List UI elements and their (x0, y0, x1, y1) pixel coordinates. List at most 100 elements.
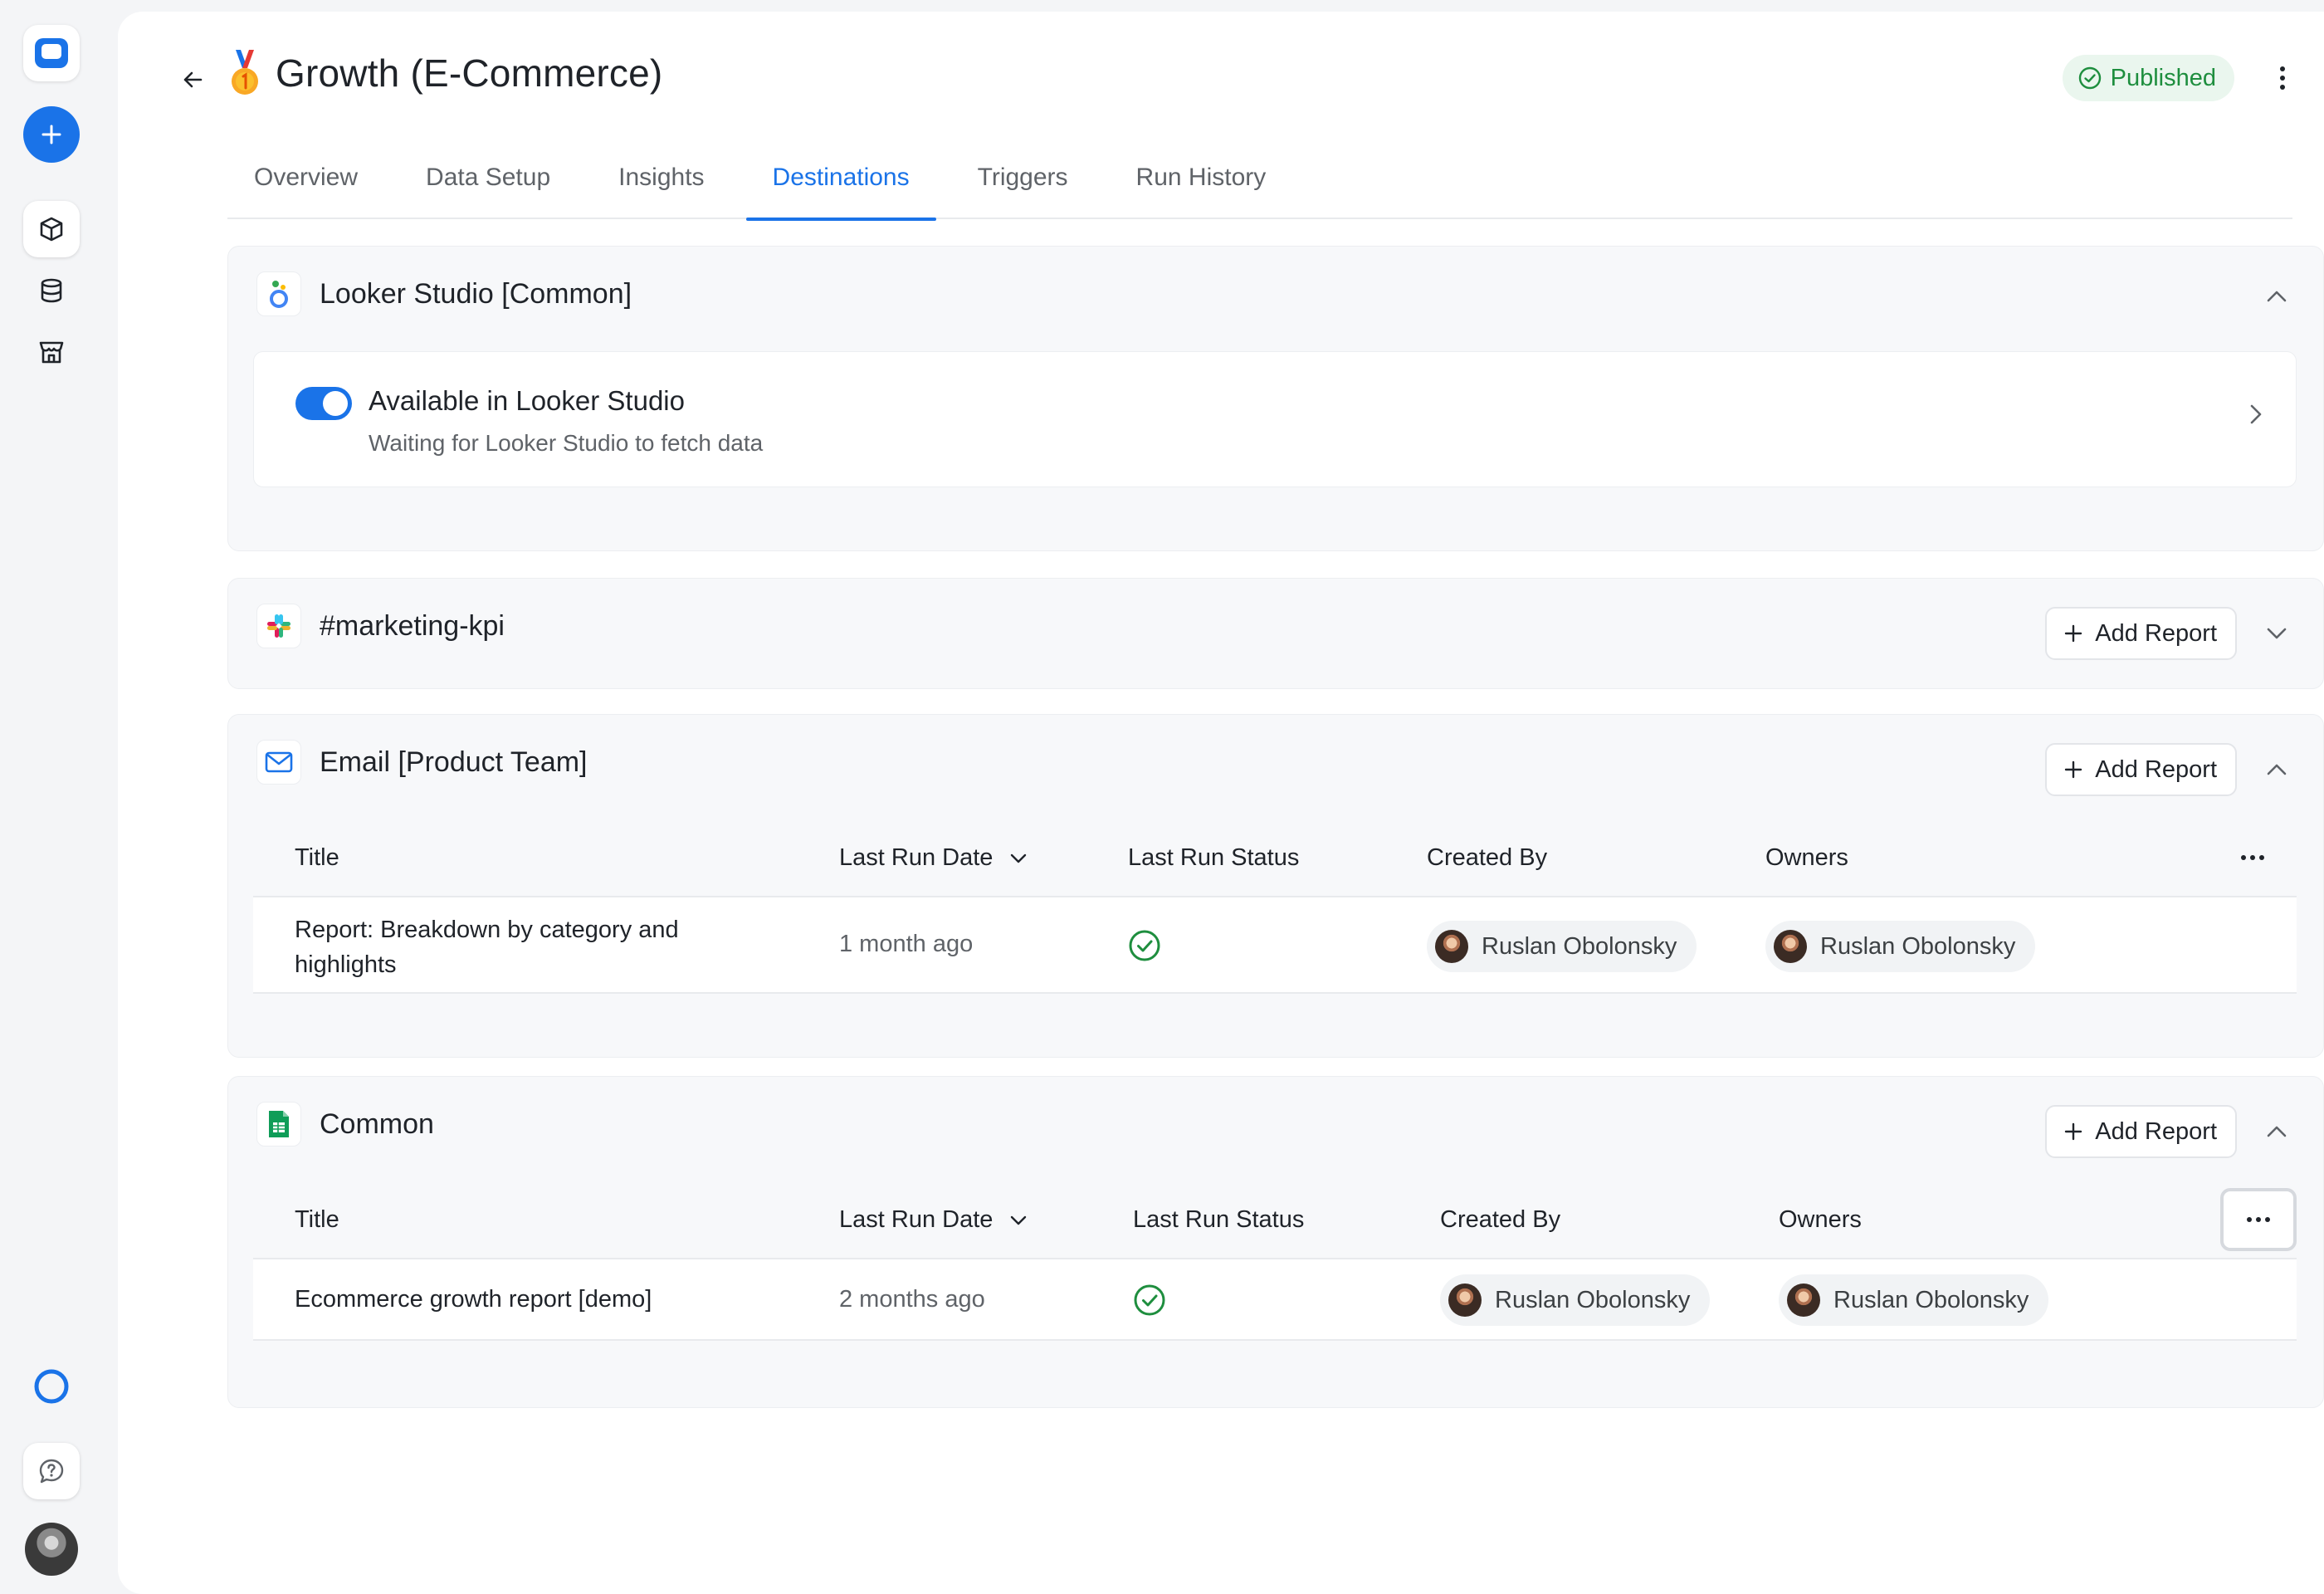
email-icon (256, 740, 301, 785)
col-last-run-date[interactable]: Last Run Date (839, 1206, 1028, 1234)
more-horizontal-icon (2247, 1217, 2270, 1222)
created-by-pill[interactable]: Ruslan Obolonsky (1440, 1274, 1711, 1326)
add-report-label: Add Report (2095, 755, 2217, 783)
destination-card-sheets: Common Add Report Title Last Run Date La… (227, 1076, 2324, 1408)
col-last-run-date-label: Last Run Date (839, 1206, 994, 1233)
toggle-knob (323, 391, 348, 416)
add-report-label: Add Report (2095, 619, 2217, 647)
col-last-run-date-label: Last Run Date (839, 844, 994, 871)
col-title: Title (295, 1206, 339, 1233)
last-run-date: 2 months ago (839, 1286, 985, 1313)
destination-card-slack: #marketing-kpi Add Report (227, 578, 2324, 689)
more-menu-button[interactable] (2259, 55, 2306, 101)
kebab-icon (2280, 66, 2285, 90)
plus-icon (42, 125, 61, 144)
avatar (1774, 930, 1807, 963)
col-last-run-date[interactable]: Last Run Date (839, 844, 1028, 872)
destination-header[interactable]: #marketing-kpi (256, 604, 505, 648)
destination-title: Looker Studio [Common] (320, 277, 632, 310)
status-badge-label: Published (2110, 64, 2216, 91)
avatar (1448, 1284, 1482, 1317)
plus-icon (2065, 760, 2082, 779)
nav-data-sources[interactable] (23, 262, 80, 319)
created-by-name: Ruslan Obolonsky (1495, 1286, 1691, 1313)
app-logo-icon (35, 38, 68, 68)
status-badge: Published (2062, 55, 2234, 101)
availability-toggle[interactable] (295, 387, 352, 420)
sync-status[interactable] (23, 1358, 80, 1415)
col-last-run-status: Last Run Status (1128, 844, 1300, 871)
avatar (1435, 930, 1468, 963)
database-icon (41, 278, 62, 303)
back-button[interactable] (168, 55, 217, 105)
col-title: Title (295, 844, 339, 871)
chevron-up-icon (2267, 291, 2287, 302)
table-options-button[interactable] (2224, 834, 2282, 881)
tab-insights[interactable]: Insights (592, 136, 730, 219)
col-owners: Owners (1779, 1206, 1862, 1233)
table-row[interactable]: Report: Breakdown by category and highli… (253, 897, 2297, 994)
chevron-down-icon (2267, 628, 2287, 639)
col-created-by: Created By (1440, 1206, 1561, 1233)
collapse-button[interactable] (2260, 280, 2293, 313)
owner-pill[interactable]: Ruslan Obolonsky (1779, 1274, 2049, 1326)
avatar (1787, 1284, 1820, 1317)
nav-workflows[interactable] (23, 201, 80, 257)
table-header: Title Last Run Date Last Run Status Crea… (253, 821, 2297, 897)
last-run-date: 1 month ago (839, 931, 974, 957)
col-owners: Owners (1765, 844, 1848, 871)
store-icon (39, 341, 64, 364)
tab-triggers[interactable]: Triggers (951, 136, 1095, 219)
chevron-right-icon (2250, 404, 2262, 424)
plus-icon (2065, 624, 2082, 643)
tab-destinations[interactable]: Destinations (745, 136, 936, 221)
report-title: Ecommerce growth report [demo] (295, 1286, 652, 1313)
owner-pill[interactable]: Ruslan Obolonsky (1765, 921, 2036, 972)
nav-marketplace[interactable] (23, 324, 80, 380)
expand-button[interactable] (2260, 617, 2293, 650)
destination-title: Common (320, 1107, 434, 1140)
slack-icon (256, 604, 301, 648)
add-report-button[interactable]: Add Report (2045, 607, 2237, 660)
destination-header[interactable]: Looker Studio [Common] (256, 271, 632, 316)
collapse-button[interactable] (2260, 753, 2293, 786)
looker-availability-row[interactable]: Available in Looker Studio Waiting for L… (253, 351, 2297, 487)
arrow-left-icon (183, 71, 203, 88)
chevron-up-icon (2267, 764, 2287, 775)
app-logo[interactable] (23, 25, 80, 81)
medal-icon (232, 50, 258, 95)
plus-icon (2065, 1122, 2082, 1141)
col-last-run-status: Last Run Status (1133, 1206, 1305, 1233)
sort-chevron-down-icon (1011, 1215, 1027, 1225)
created-by-name: Ruslan Obolonsky (1482, 932, 1677, 960)
add-report-label: Add Report (2095, 1117, 2217, 1145)
table-options-button[interactable] (2220, 1188, 2297, 1251)
chat-question-icon (39, 1459, 64, 1484)
tab-overview[interactable]: Overview (227, 136, 384, 219)
tab-data-setup[interactable]: Data Setup (399, 136, 577, 219)
help-button[interactable] (23, 1443, 80, 1499)
table-row[interactable]: Ecommerce growth report [demo] 2 months … (253, 1259, 2297, 1341)
report-title-line: Report: Breakdown by category and (295, 917, 679, 943)
check-circle-icon (2078, 66, 2101, 90)
destination-header[interactable]: Email [Product Team] (256, 740, 588, 785)
destination-title: #marketing-kpi (320, 609, 505, 642)
availability-title: Available in Looker Studio (369, 385, 685, 416)
collapse-button[interactable] (2260, 1115, 2293, 1148)
destination-header[interactable]: Common (256, 1102, 434, 1147)
chevron-up-icon (2267, 1126, 2287, 1137)
table-header: Title Last Run Date Last Run Status Crea… (253, 1183, 2297, 1259)
success-check-icon (1129, 930, 1160, 961)
page-header: Growth (E-Commerce) (226, 48, 662, 98)
create-button[interactable] (23, 106, 80, 163)
destination-card-looker: Looker Studio [Common] Available in Look… (227, 246, 2324, 551)
created-by-pill[interactable]: Ruslan Obolonsky (1427, 921, 1697, 972)
tab-run-history[interactable]: Run History (1110, 136, 1293, 219)
destination-title: Email [Product Team] (320, 746, 588, 778)
success-check-icon (1134, 1284, 1165, 1316)
cube-icon (40, 217, 63, 242)
user-avatar[interactable] (25, 1523, 78, 1576)
add-report-button[interactable]: Add Report (2045, 1105, 2237, 1158)
main-panel: Growth (E-Commerce) Published Overview D… (118, 12, 2324, 1594)
add-report-button[interactable]: Add Report (2045, 743, 2237, 796)
